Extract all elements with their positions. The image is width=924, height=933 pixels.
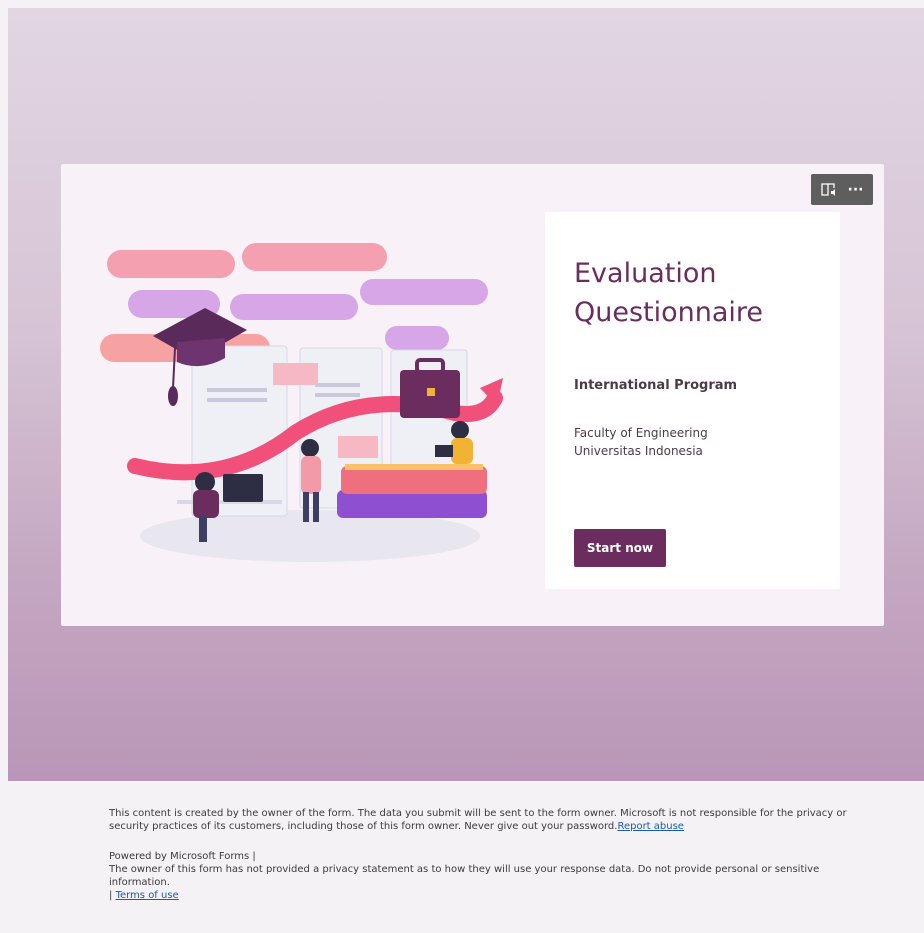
start-now-button[interactable]: Start now [574, 529, 666, 567]
terms-row: | Terms of use [109, 890, 179, 901]
report-abuse-link[interactable]: Report abuse [617, 821, 684, 832]
immersive-reader-icon [820, 182, 835, 196]
powered-by-text: Powered by Microsoft Forms | [109, 851, 256, 862]
immersive-reader-button[interactable] [817, 178, 841, 202]
footer-disclaimer: This content is created by the owner of … [109, 808, 847, 832]
form-subtitle: International Program [574, 378, 738, 393]
form-toolbar: ··· [811, 174, 873, 205]
form-title: Evaluation Questionnaire [574, 258, 764, 328]
more-options-button[interactable]: ··· [844, 178, 868, 202]
more-options-icon: ··· [847, 181, 864, 198]
form-description: Faculty of Engineering Universitas Indon… [574, 426, 708, 458]
education-illustration [100, 243, 503, 562]
footer: This content is created by the owner of … [109, 807, 849, 902]
terms-of-use-link[interactable]: Terms of use [116, 890, 179, 901]
privacy-note: The owner of this form has not provided … [109, 864, 820, 888]
